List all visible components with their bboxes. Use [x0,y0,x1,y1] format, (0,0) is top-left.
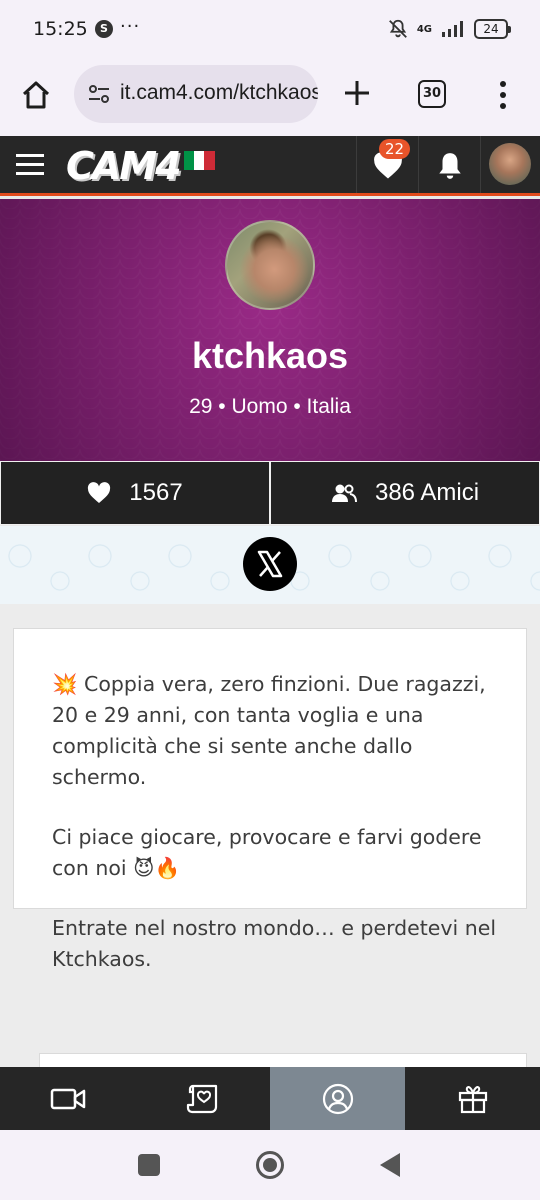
x-logo-icon [257,550,283,578]
home-button[interactable] [256,1151,284,1179]
cam4-logo[interactable]: CAM4 [66,144,215,188]
signal-icon [442,21,463,37]
social-links [0,526,540,604]
notification-badge: 22 [379,139,411,159]
favorites-button[interactable]: 22 [356,136,418,193]
notifications-button[interactable] [418,136,480,193]
bio-paragraph: Entrate nel nostro mondo… e perdetevi ne… [52,916,497,971]
friends-count: 386 Amici [374,479,480,506]
account-avatar-button[interactable] [480,136,540,193]
nav-gifts[interactable] [405,1067,540,1130]
bio-card: 💥 Coppia vera, zero finzioni. Due ragazz… [13,628,527,971]
gift-icon [458,1085,487,1113]
friends-button[interactable]: 386 Amici [271,462,539,524]
bottom-navigation [0,1067,540,1130]
nav-diary[interactable] [135,1067,270,1130]
nav-profile[interactable] [270,1067,405,1130]
main-content: 💥 Coppia vera, zero finzioni. Due ragazz… [0,604,540,1067]
profile-banner: ktchkaos 29 • Uomo • Italia [0,199,540,461]
avatar [489,143,531,185]
address-bar[interactable]: it.cam4.com/ktchkaos [74,65,318,123]
home-icon[interactable] [20,79,52,111]
site-settings-icon[interactable] [88,84,110,104]
friends-icon [331,484,357,503]
scroll-heart-icon [186,1084,217,1113]
back-button[interactable] [380,1153,400,1177]
next-card [39,1053,527,1067]
bell-icon [439,153,461,179]
app-notification-icon: S [95,20,113,38]
new-tab-icon[interactable] [342,78,372,108]
video-camera-icon [50,1088,85,1109]
status-time: 15:25 [33,18,88,40]
bio-text: 💥 Coppia vera, zero finzioni. Due ragazz… [52,669,502,1004]
profile-stats: 1567 386 Amici [0,461,540,525]
logo-text: CAM4 [66,144,182,188]
browser-menu-icon[interactable] [495,80,511,110]
profile-username: ktchkaos [191,335,349,376]
profile-picture[interactable] [225,220,315,310]
tab-switcher-button[interactable]: 30 [418,80,446,108]
bio-paragraph: Ci piace giocare, provocare e farvi gode… [52,825,482,880]
mute-bell-icon [388,19,407,38]
nav-videos[interactable] [0,1067,135,1130]
likes-count: 1567 [129,479,183,506]
more-notifications-icon: ··· [120,16,141,37]
system-navigation [0,1130,540,1200]
x-social-button[interactable] [243,537,297,591]
url-text: it.cam4.com/ktchkaos [120,81,318,104]
profile-meta: 29 • Uomo • Italia [189,395,351,418]
hamburger-menu-icon[interactable] [16,154,44,176]
site-header: CAM4 22 [0,136,540,196]
bio-paragraph: 💥 Coppia vera, zero finzioni. Due ragazz… [52,672,486,789]
recents-button[interactable] [138,1154,160,1176]
browser-toolbar: it.cam4.com/ktchkaos 30 [0,62,540,136]
battery-indicator: 24 [474,19,511,39]
network-type: 4G [416,23,432,35]
status-bar: 15:25 S ··· 4G 24 [0,0,540,62]
user-profile-icon [322,1083,353,1114]
italy-flag-icon [183,150,215,170]
heart-icon [88,482,111,503]
likes-button[interactable]: 1567 [1,462,269,524]
